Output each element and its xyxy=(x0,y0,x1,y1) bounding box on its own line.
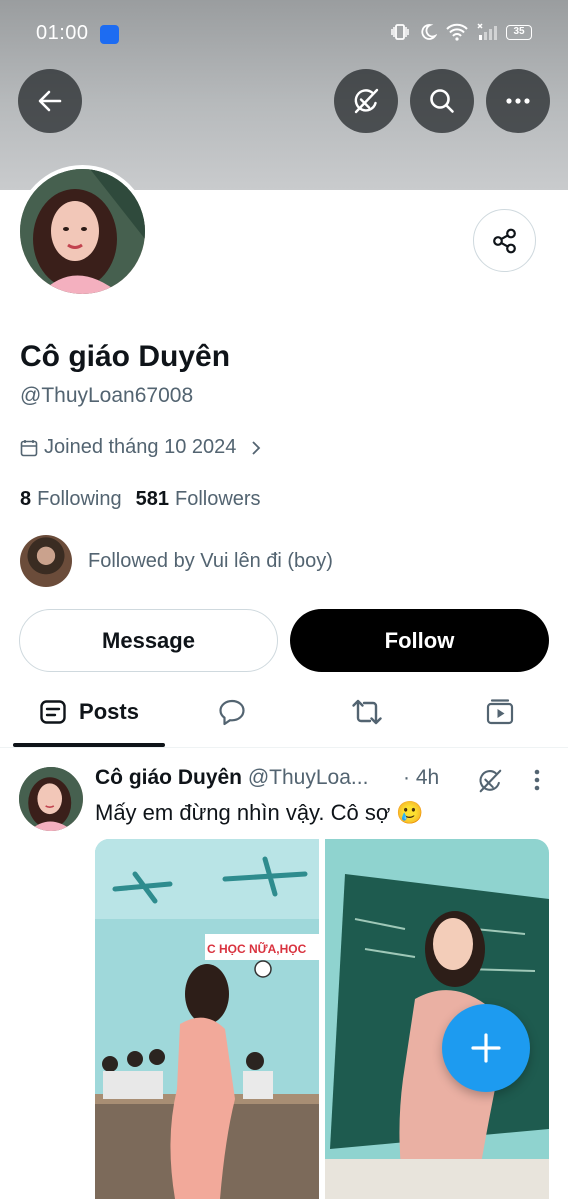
followers-stat[interactable]: 581 Followers xyxy=(136,488,261,511)
profile-tabs: Posts xyxy=(0,678,568,748)
post-header: Cô giáo Duyên @ThuyLoa... xyxy=(95,766,455,790)
search-icon xyxy=(430,89,454,113)
following-label: Following xyxy=(37,488,122,510)
classroom-video-thumbnail: C HỌC NỮA,HỌC xyxy=(95,839,319,1199)
tab-posts-label: Posts xyxy=(79,699,139,724)
classroom-sign-text: C HỌC NỮA,HỌC xyxy=(207,941,307,956)
moon-icon xyxy=(421,24,437,40)
post-author-name[interactable]: Cô giáo Duyên xyxy=(95,766,242,789)
follow-stats: 8 Following 581 Followers xyxy=(20,488,261,511)
tab-media[interactable] xyxy=(460,678,540,746)
post-text: Mấy em đừng nhìn vậy. Cô sợ 🥲 xyxy=(95,800,424,825)
followers-label: Followers xyxy=(174,488,261,510)
post-grok-button[interactable] xyxy=(476,767,504,800)
joined-date-text: Joined tháng 10 2024 xyxy=(44,436,237,458)
signal-icon xyxy=(477,23,497,40)
plus-icon xyxy=(471,1033,501,1063)
battery-indicator: 35 xyxy=(506,24,532,40)
compose-fab[interactable] xyxy=(442,1004,530,1092)
followed-by-row[interactable]: Followed by Vui lên đi (boy) xyxy=(20,535,333,587)
avatar-portrait xyxy=(20,169,145,294)
follow-button[interactable]: Follow xyxy=(290,609,549,672)
following-stat[interactable]: 8 Following xyxy=(20,488,122,511)
follower-avatar xyxy=(20,535,72,587)
message-button[interactable]: Message xyxy=(19,609,278,672)
grok-button[interactable] xyxy=(334,69,398,133)
grok-icon xyxy=(479,769,502,793)
status-time: 01:00 xyxy=(36,22,89,44)
joined-date-row[interactable]: Joined tháng 10 2024 xyxy=(20,436,264,459)
repost-icon xyxy=(352,699,382,725)
arrow-left-icon xyxy=(38,90,62,112)
chevron-right-icon xyxy=(252,440,261,455)
more-horizontal-icon xyxy=(506,98,530,104)
status-icons: 35 xyxy=(390,22,532,42)
avatar-image xyxy=(20,169,145,294)
post-time-value: 4h xyxy=(415,766,440,789)
grok-icon xyxy=(354,88,379,114)
wifi-icon xyxy=(446,23,468,41)
app-notification-icon xyxy=(100,25,119,44)
status-bar: 01:00 35 xyxy=(0,0,568,68)
media-icon xyxy=(486,699,514,725)
following-count: 8 xyxy=(20,488,32,510)
reply-icon xyxy=(219,699,245,726)
share-icon xyxy=(492,228,516,253)
profile-display-name: Cô giáo Duyên xyxy=(20,340,231,373)
search-button[interactable] xyxy=(410,69,474,133)
post-author-handle[interactable]: @ThuyLoa... xyxy=(248,766,369,789)
post-avatar-portrait xyxy=(19,767,83,831)
tab-posts[interactable]: Posts xyxy=(13,678,165,746)
post-timestamp[interactable]: · 4h xyxy=(403,766,439,790)
post-more-button[interactable] xyxy=(526,767,548,800)
profile-avatar[interactable] xyxy=(16,165,149,298)
calendar-icon xyxy=(20,439,38,456)
more-vertical-icon xyxy=(534,769,540,791)
more-options-button[interactable] xyxy=(486,69,550,133)
followers-count: 581 xyxy=(135,488,169,510)
post-time-separator: · xyxy=(403,766,416,789)
tab-reposts[interactable] xyxy=(327,678,407,746)
tab-replies[interactable] xyxy=(192,678,272,746)
posts-icon xyxy=(40,700,66,724)
post-author-avatar[interactable] xyxy=(19,767,83,831)
post-media-1[interactable]: C HỌC NỮA,HỌC xyxy=(95,839,319,1199)
followed-by-text: Followed by Vui lên đi (boy) xyxy=(88,549,333,572)
share-button[interactable] xyxy=(473,209,536,272)
active-tab-indicator xyxy=(13,743,165,747)
back-button[interactable] xyxy=(18,69,82,133)
vibrate-icon xyxy=(391,24,409,40)
post-item[interactable]: Cô giáo Duyên @ThuyLoa... · 4h Mấy em đừ… xyxy=(0,750,568,1199)
profile-handle: @ThuyLoan67008 xyxy=(20,384,194,407)
